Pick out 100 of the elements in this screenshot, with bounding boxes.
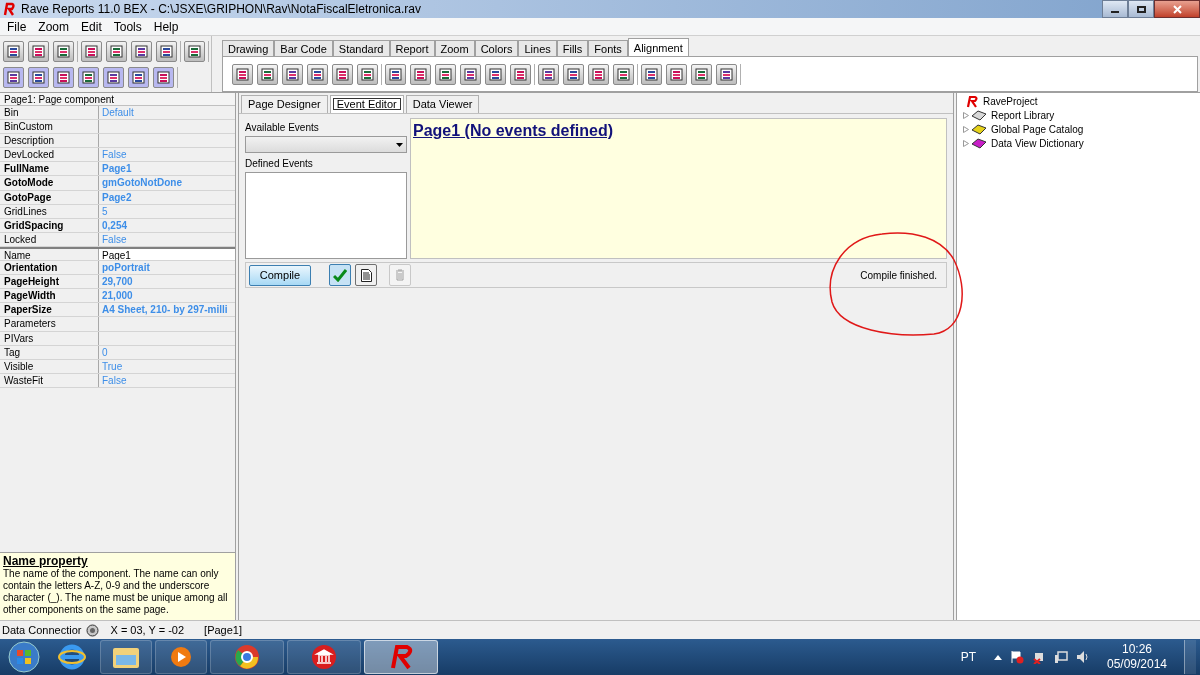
taskbar-app-button[interactable] [210,640,284,674]
property-name[interactable]: Description [0,134,99,148]
editor-tab[interactable]: Data Viewer [405,95,480,113]
palette-tab[interactable]: Lines [518,40,557,56]
show-hidden-icons-icon[interactable] [994,654,1002,660]
property-name[interactable]: GotoPage [0,190,99,204]
compile-button[interactable]: Compile [249,264,311,286]
toolbar-button[interactable] [538,63,559,85]
property-name[interactable]: BinCustom [0,120,99,134]
flag-icon[interactable] [1010,650,1024,664]
palette-tab[interactable]: Alignment [627,38,689,56]
property-name[interactable]: PIVars [0,331,99,345]
menu-item[interactable]: Edit [76,17,107,36]
property-name[interactable]: Tag [0,345,99,359]
toolbar-button[interactable] [103,66,124,88]
toolbar-button[interactable] [485,63,506,85]
property-name[interactable]: PaperSize [0,303,99,317]
toolbar-button[interactable] [588,63,609,85]
palette-tab[interactable]: Fonts [588,40,628,56]
toolbar-button[interactable] [460,63,481,85]
toolbar-button[interactable] [3,66,24,88]
speaker-icon[interactable] [1076,650,1090,664]
taskbar-app-button[interactable] [287,640,361,674]
menu-item[interactable]: Zoom [33,17,75,36]
property-name[interactable]: WasteFit [0,373,99,387]
tree-item[interactable]: Report Library [991,107,1055,123]
minimize-button[interactable] [1102,0,1128,18]
defined-events-list[interactable] [245,172,407,259]
toolbar-button[interactable] [563,63,584,85]
toolbar-button[interactable] [666,63,687,85]
property-name[interactable]: Locked [0,232,99,246]
property-name[interactable]: DevLocked [0,148,99,162]
tree-item[interactable]: RaveProject [983,93,1038,109]
toolbar-button[interactable] [385,63,406,85]
tree-item[interactable]: Data View Dictionary [991,135,1084,151]
palette-tab[interactable]: Drawing [222,40,275,56]
toolbar-button[interactable] [307,63,328,85]
language-indicator[interactable]: PT [960,648,976,666]
toolbar-button[interactable] [410,63,431,85]
clock-time[interactable]: 10:26 [1122,642,1152,657]
property-name[interactable]: FullName [0,162,99,176]
menu-item[interactable]: File [2,17,32,36]
toolbar-button[interactable] [81,40,102,62]
toolbar-button[interactable] [282,63,303,85]
editor-tab[interactable]: Page Designer [241,95,328,113]
toolbar-button[interactable] [53,40,74,62]
toolbar-button[interactable] [435,63,456,85]
document-button[interactable] [355,264,377,286]
menu-item[interactable]: Tools [108,17,147,36]
editor-tab[interactable]: Event Editor [329,95,404,113]
toolbar-button[interactable] [641,63,662,85]
toolbar-button[interactable] [28,40,49,62]
show-desktop-button[interactable] [1184,640,1196,674]
network-icon[interactable] [1054,650,1068,664]
toolbar-button[interactable] [510,63,531,85]
palette-tab[interactable]: Standard [332,40,390,56]
toolbar-button[interactable] [332,63,353,85]
property-name[interactable]: Orientation [0,261,99,275]
property-name[interactable]: Parameters [0,317,99,331]
property-name[interactable]: GridLines [0,204,99,218]
menu-item[interactable]: Help [148,17,184,36]
toolbar-button[interactable] [613,63,634,85]
expander-icon[interactable] [963,111,969,119]
toolbar-button[interactable] [716,63,737,85]
clock-date[interactable]: 05/09/2014 [1106,657,1168,672]
property-name[interactable]: PageWidth [0,289,99,303]
code-editor[interactable]: Page1 (No events defined) [410,118,947,259]
property-name[interactable]: GotoMode [0,176,99,190]
taskbar-app-button[interactable] [100,640,152,674]
toolbar-button[interactable] [78,66,99,88]
toolbar-button[interactable] [691,63,712,85]
tree-item[interactable]: Global Page Catalog [991,121,1084,137]
property-name[interactable]: PageHeight [0,275,99,289]
palette-tab[interactable]: Report [389,40,435,56]
palette-tab[interactable]: Zoom [434,40,475,56]
maximize-button[interactable] [1128,0,1154,18]
toolbar-button[interactable] [28,66,49,88]
toolbar-button[interactable] [131,40,152,62]
toolbar-button[interactable] [257,63,278,85]
property-name[interactable]: Bin [0,106,99,120]
taskbar-app-button[interactable] [364,640,438,674]
expander-icon[interactable] [963,139,969,147]
toolbar-button[interactable] [3,40,24,62]
toolbar-button[interactable] [128,66,149,88]
check-button[interactable] [329,264,351,286]
toolbar-button[interactable] [53,66,74,88]
palette-tab[interactable]: Colors [474,40,519,56]
taskbar-app-button[interactable] [155,640,207,674]
property-name[interactable]: GridSpacing [0,218,99,232]
expander-icon[interactable] [963,125,969,133]
toolbar-button[interactable] [232,63,253,85]
toolbar-button[interactable] [106,40,127,62]
palette-tab[interactable]: Bar Code [274,40,333,56]
palette-tab[interactable]: Fills [556,40,589,56]
toolbar-button[interactable] [156,40,177,62]
close-button[interactable] [1154,0,1200,18]
property-name[interactable]: Visible [0,359,99,373]
toolbar-button[interactable] [153,66,174,88]
toolbar-button[interactable] [184,40,205,62]
toolbar-button[interactable] [357,63,378,85]
